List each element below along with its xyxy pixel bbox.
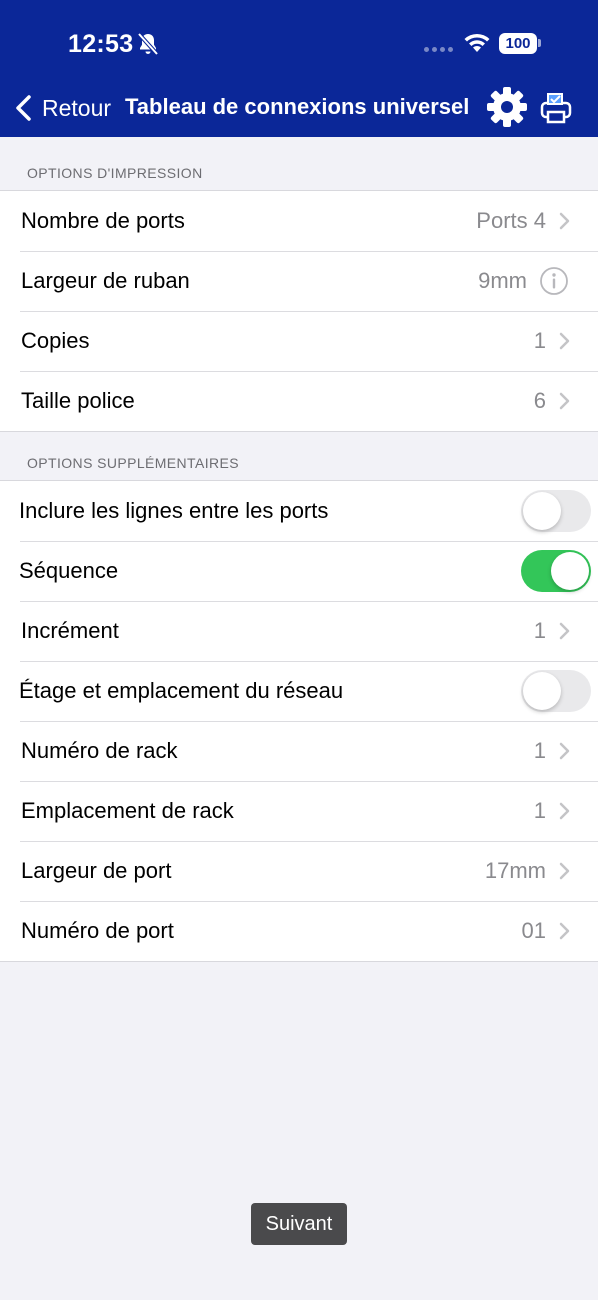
- row-label: Nombre de ports: [21, 208, 185, 233]
- row-sequence: Séquence: [0, 541, 598, 601]
- row-label: Étage et emplacement du réseau: [19, 678, 344, 703]
- row-port-number[interactable]: Numéro de port 01: [0, 901, 598, 961]
- row-label: Largeur de ruban: [21, 268, 190, 293]
- row-value: 1: [533, 618, 546, 643]
- row-label: Numéro de port: [21, 918, 174, 943]
- back-label: Retour: [42, 94, 112, 121]
- row-label: Copies: [21, 328, 90, 353]
- back-button[interactable]: Retour: [14, 88, 111, 128]
- row-value: 01: [521, 918, 546, 943]
- chevron-right-icon: [559, 922, 570, 940]
- row-network-floor-location: Étage et emplacement du réseau: [0, 661, 598, 721]
- row-value: 17mm: [484, 858, 546, 883]
- battery-tip: [538, 39, 541, 47]
- battery-icon: 100: [499, 33, 537, 54]
- wifi-icon: [464, 33, 490, 52]
- next-toast[interactable]: Suivant: [251, 1203, 347, 1245]
- row-port-count[interactable]: Nombre de ports Ports 4: [0, 191, 598, 251]
- bell-off-icon: [137, 32, 159, 56]
- page-title: Tableau de connexions universel: [125, 94, 470, 119]
- chevron-right-icon: [559, 622, 570, 640]
- row-value: 1: [533, 798, 546, 823]
- row-value: Ports 4: [476, 208, 546, 233]
- extra-options-group: Inclure les lignes entre les ports Séque…: [0, 480, 598, 962]
- row-label: Incrément: [21, 618, 119, 643]
- info-icon[interactable]: [539, 266, 569, 296]
- chevron-right-icon: [559, 802, 570, 820]
- row-label: Inclure les lignes entre les ports: [19, 498, 329, 523]
- row-label: Taille police: [21, 388, 135, 413]
- section-header-print-options: OPTIONS D'IMPRESSION: [27, 165, 203, 181]
- row-rack-location[interactable]: Emplacement de rack 1: [0, 781, 598, 841]
- chevron-right-icon: [559, 392, 570, 410]
- row-value: 6: [533, 388, 546, 413]
- row-rack-number[interactable]: Numéro de rack 1: [0, 721, 598, 781]
- sequence-toggle[interactable]: [521, 550, 591, 592]
- status-bar: 12:53 100: [0, 0, 598, 88]
- status-time: 12:53: [68, 30, 134, 58]
- chevron-right-icon: [559, 742, 570, 760]
- row-port-width[interactable]: Largeur de port 17mm: [0, 841, 598, 901]
- navigation-bar: Retour Tableau de connexions universel: [0, 80, 598, 136]
- row-increment[interactable]: Incrément 1: [0, 601, 598, 661]
- toast-label: Suivant: [265, 1212, 333, 1235]
- row-include-lines: Inclure les lignes entre les ports: [0, 481, 598, 541]
- battery-level: 100: [505, 35, 531, 52]
- row-label: Numéro de rack: [21, 738, 178, 763]
- row-tape-width: Largeur de ruban 9mm: [0, 251, 598, 311]
- include-lines-toggle[interactable]: [521, 490, 591, 532]
- signal-dots-icon: [424, 47, 453, 52]
- row-value: 1: [533, 738, 546, 763]
- network-floor-toggle[interactable]: [521, 670, 591, 712]
- row-label: Emplacement de rack: [21, 798, 234, 823]
- row-value: 9mm: [478, 268, 527, 293]
- section-header-extra-options: OPTIONS SUPPLÉMENTAIRES: [27, 455, 239, 471]
- gear-icon[interactable]: [486, 86, 528, 128]
- row-font-size[interactable]: Taille police 6: [0, 371, 598, 431]
- toggle-knob: [551, 552, 589, 590]
- chevron-right-icon: [559, 862, 570, 880]
- toggle-knob: [523, 492, 561, 530]
- chevron-right-icon: [559, 332, 570, 350]
- row-label: Largeur de port: [21, 858, 172, 883]
- row-copies[interactable]: Copies 1: [0, 311, 598, 371]
- chevron-right-icon: [559, 212, 570, 230]
- row-label: Séquence: [19, 558, 119, 583]
- row-value: 1: [533, 328, 546, 353]
- print-options-group: Nombre de ports Ports 4 Largeur de ruban…: [0, 190, 598, 432]
- toggle-knob: [523, 672, 561, 710]
- app-header: 12:53 100 Retour Tableau de connexions u…: [0, 0, 598, 137]
- chevron-left-icon: [16, 95, 31, 121]
- printer-icon[interactable]: [538, 90, 574, 126]
